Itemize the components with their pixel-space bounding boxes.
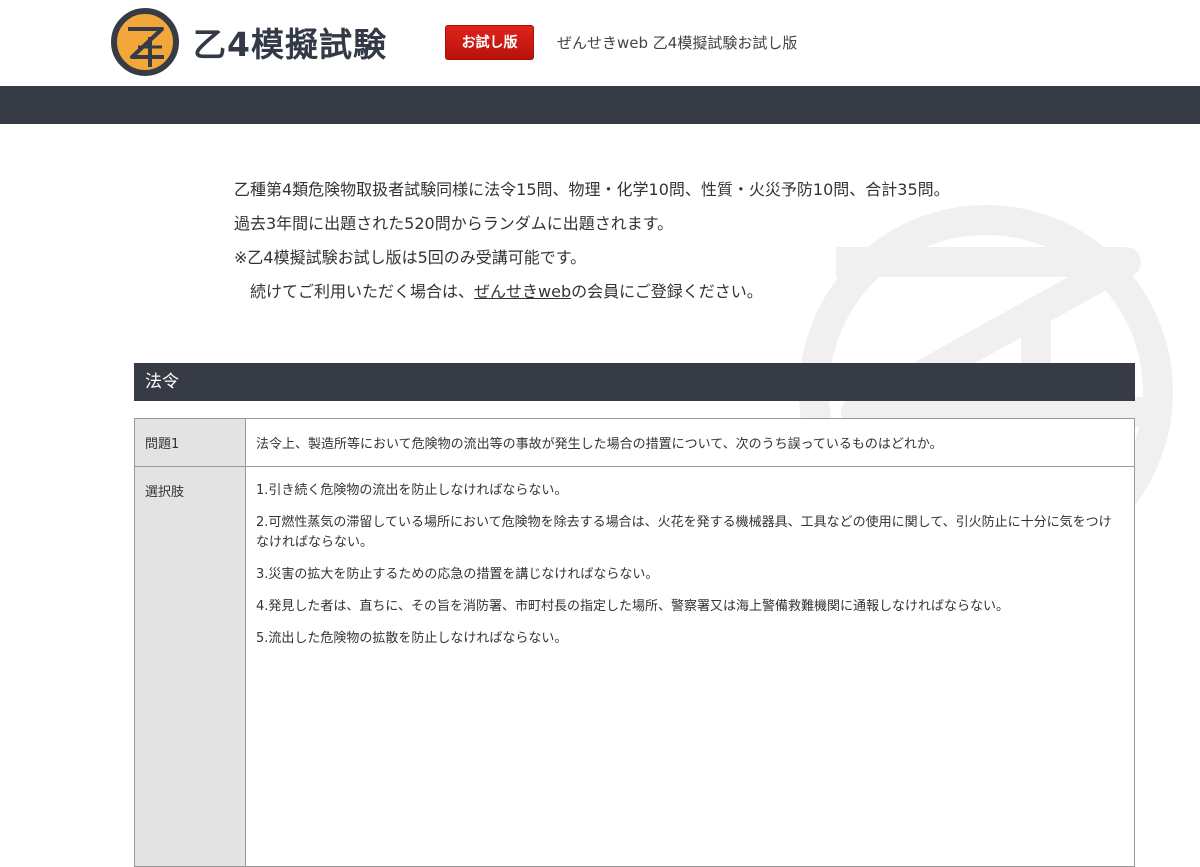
choice-4[interactable]: 4.発見した者は、直ちに、その旨を消防署、市町村長の指定した場所、警察署又は海上… — [256, 597, 1124, 617]
intro-line-1: 乙種第4類危険物取扱者試験同様に法令15問、物理・化学10問、性質・火災予防10… — [234, 180, 950, 199]
trial-badge: お試し版 — [445, 25, 534, 60]
question-row: 問題1 法令上、製造所等において危険物の流出等の事故が発生した場合の措置について… — [134, 418, 1135, 467]
choice-2[interactable]: 2.可燃性蒸気の滞留している場所において危険物を除去する場合は、火花を発する機械… — [256, 513, 1124, 553]
choices-list: 1.引き続く危険物の流出を防止しなければならない。 2.可燃性蒸気の滞留している… — [245, 466, 1135, 867]
question-label: 問題1 — [134, 418, 246, 467]
intro-line-3: ※乙4模擬試験お試し版は5回のみ受講可能です。 — [234, 248, 587, 267]
intro-line-4-after: の会員にご登録ください。 — [571, 282, 763, 301]
nav-bar — [0, 86, 1200, 124]
intro-line-4-before: 続けてご利用いただく場合は、 — [250, 282, 475, 301]
logo-text[interactable]: 乙4模擬試験 — [193, 18, 387, 66]
question-text: 法令上、製造所等において危険物の流出等の事故が発生した場合の措置について、次のう… — [245, 418, 1135, 467]
question-table: 問題1 法令上、製造所等において危険物の流出等の事故が発生した場合の措置について… — [134, 418, 1135, 867]
choice-5[interactable]: 5.流出した危険物の拡散を防止しなければならない。 — [256, 629, 1124, 649]
zenseki-web-link[interactable]: ぜんせきweb — [474, 282, 571, 301]
choices-label: 選択肢 — [134, 466, 246, 867]
logo-icon[interactable] — [110, 7, 180, 77]
site-tagline: ぜんせきweb 乙4模擬試験お試し版 — [557, 34, 798, 52]
intro-line-4: 続けてご利用いただく場合は、ぜんせきwebの会員にご登録ください。 — [234, 278, 950, 312]
site-header: 乙4模擬試験 お試し版 ぜんせきweb 乙4模擬試験お試し版 — [0, 0, 1200, 86]
intro-text: 乙種第4類危険物取扱者試験同様に法令15問、物理・化学10問、性質・火災予防10… — [234, 176, 950, 312]
choices-row: 選択肢 1.引き続く危険物の流出を防止しなければならない。 2.可燃性蒸気の滞留… — [134, 466, 1135, 867]
section-title: 法令 — [134, 363, 1135, 401]
choice-3[interactable]: 3.災害の拡大を防止するための応急の措置を講じなければならない。 — [256, 565, 1124, 585]
choice-1[interactable]: 1.引き続く危険物の流出を防止しなければならない。 — [256, 481, 1124, 501]
intro-line-2: 過去3年間に出題された520問からランダムに出題されます。 — [234, 214, 674, 233]
